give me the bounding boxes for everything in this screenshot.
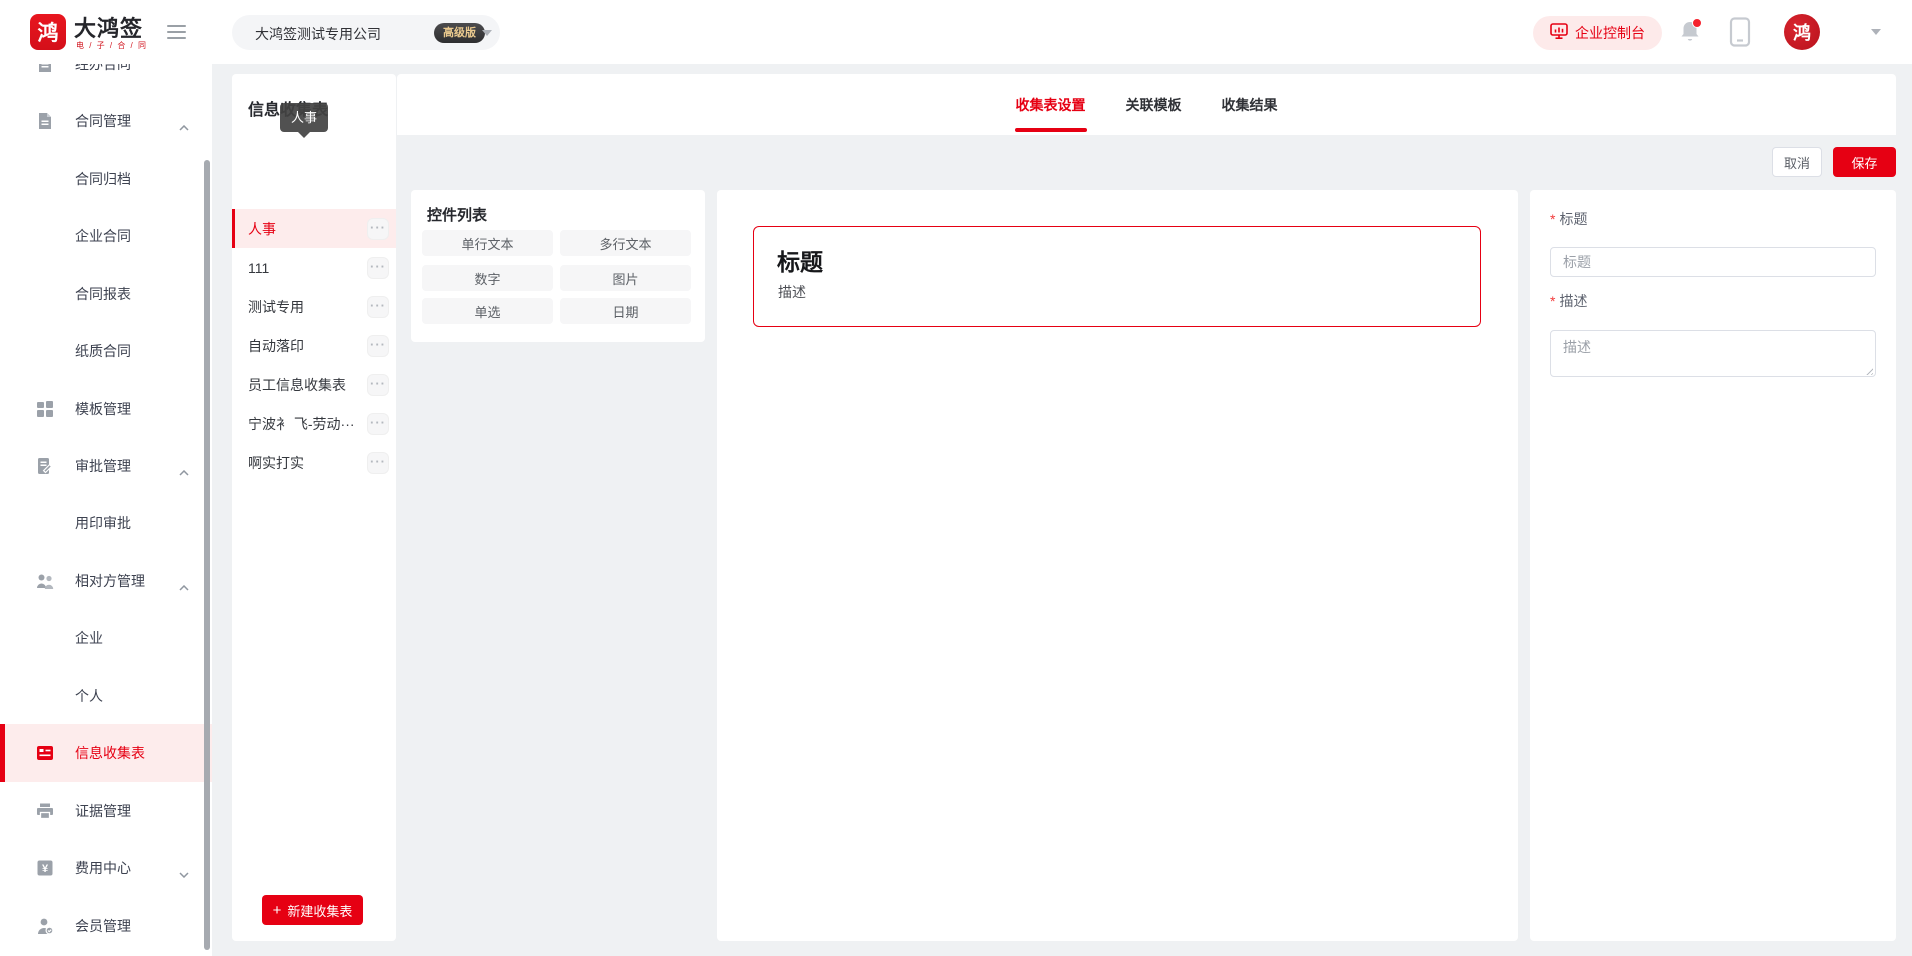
required-mark: *: [1550, 293, 1555, 309]
page: { "brand": {"logo_glyph": "鸿", "name": "…: [0, 0, 1912, 956]
title-input[interactable]: [1550, 247, 1876, 277]
brand-tagline: 电 / 子 / 合 / 同: [76, 40, 148, 51]
list-item[interactable]: 啊实打实 ···: [232, 443, 396, 482]
enterprise-console-button[interactable]: 企业控制台: [1533, 16, 1662, 50]
description-field-label: *描述: [1550, 291, 1587, 311]
document-icon: [36, 112, 54, 130]
list-item[interactable]: 宁波衤 飞-劳动··· ···: [232, 404, 396, 443]
dashboard-icon: [1550, 22, 1568, 45]
collection-list-panel: 信息收集表 人事 ··· 111 ··· 测试专用 ··· 自动落印 ··· 员…: [232, 74, 396, 941]
top-bar: 鸿 大鸿签 电 / 子 / 合 / 同 大鸿签测试专用公司 高级版 企业控制台 …: [0, 0, 1912, 64]
member-check-icon: [36, 917, 54, 935]
chevron-up-icon: [179, 578, 189, 596]
control-number[interactable]: 数字: [422, 265, 553, 291]
form-header-card-selected[interactable]: 标题 描述: [753, 226, 1481, 327]
sidebar-item-contract-report[interactable]: 合同报表: [0, 265, 212, 323]
brand-name: 大鸿签: [74, 11, 143, 43]
more-actions-icon[interactable]: ···: [367, 257, 389, 279]
printer-icon: [36, 802, 54, 820]
control-single-line-text[interactable]: 单行文本: [422, 230, 553, 256]
user-avatar[interactable]: 鸿: [1784, 14, 1820, 50]
control-date[interactable]: 日期: [560, 298, 691, 324]
brand-logo-icon: 鸿: [30, 14, 66, 50]
form-canvas-panel: 标题 描述: [717, 190, 1518, 941]
list-item[interactable]: 111 ···: [232, 248, 396, 287]
more-actions-icon[interactable]: ···: [367, 452, 389, 474]
sidebar-item-template-management[interactable]: 模板管理: [0, 380, 212, 438]
main-tabs: 收集表设置 关联模板 收集结果: [397, 74, 1896, 135]
more-actions-icon[interactable]: ···: [367, 413, 389, 435]
more-actions-icon[interactable]: ···: [367, 335, 389, 357]
form-description-preview: 描述: [778, 282, 806, 302]
approval-pen-icon: [36, 457, 54, 475]
tab-collection-results[interactable]: 收集结果: [1222, 95, 1278, 115]
new-collection-form-button[interactable]: + 新建收集表: [262, 895, 363, 925]
form-icon: [36, 744, 54, 762]
plus-icon: +: [273, 903, 282, 918]
sidebar-item-info-collection-form[interactable]: 信息收集表: [0, 724, 212, 782]
notification-bell-icon[interactable]: [1679, 20, 1701, 44]
cancel-button[interactable]: 取消: [1772, 147, 1822, 177]
plan-badge: 高级版: [434, 23, 485, 43]
sidebar-item-counterparty-management[interactable]: 相对方管理: [0, 552, 212, 610]
controls-panel: 控件列表 单行文本 多行文本 数字 图片 单选 日期: [411, 190, 705, 342]
tab-form-settings[interactable]: 收集表设置: [1016, 95, 1086, 115]
chevron-down-icon: [179, 865, 189, 883]
grid-icon: [36, 400, 54, 418]
required-mark: *: [1550, 211, 1555, 227]
control-image[interactable]: 图片: [560, 265, 691, 291]
list-item[interactable]: 员工信息收集表 ···: [232, 365, 396, 404]
sidebar-item-contract-archive[interactable]: 合同归档: [0, 150, 212, 208]
sidebar-item-contract-management[interactable]: 合同管理: [0, 92, 212, 150]
company-name: 大鸿签测试专用公司: [255, 24, 381, 44]
list-item[interactable]: 测试专用 ···: [232, 287, 396, 326]
title-field-label: *标题: [1550, 209, 1587, 229]
sidebar-item-evidence-management[interactable]: 证据管理: [0, 782, 212, 840]
tooltip: 人事: [280, 103, 328, 132]
menu-collapse-icon[interactable]: [167, 25, 186, 39]
form-title-preview: 标题: [777, 243, 823, 277]
chevron-down-icon[interactable]: [1871, 29, 1881, 35]
sidebar-item-individual[interactable]: 个人: [0, 667, 212, 725]
notification-badge: [1692, 18, 1702, 28]
controls-title: 控件列表: [427, 204, 487, 225]
save-button[interactable]: 保存: [1833, 147, 1896, 177]
tab-linked-templates[interactable]: 关联模板: [1126, 95, 1182, 115]
company-selector[interactable]: 大鸿签测试专用公司 高级版: [232, 15, 500, 50]
sidebar-item-paper-contract[interactable]: 纸质合同: [0, 322, 212, 380]
yuan-icon: ¥: [36, 859, 54, 877]
sidebar-scrollbar[interactable]: [204, 160, 210, 950]
sidebar-item-enterprise[interactable]: 企业: [0, 609, 212, 667]
chevron-down-icon: [482, 30, 492, 36]
list-item[interactable]: 自动落印 ···: [232, 326, 396, 365]
sidebar-item-enterprise-contract[interactable]: 企业合同: [0, 207, 212, 265]
sidebar-item-fee-center[interactable]: ¥ 费用中心: [0, 839, 212, 897]
more-actions-icon[interactable]: ···: [367, 374, 389, 396]
more-actions-icon[interactable]: ···: [367, 296, 389, 318]
sidebar-item-approval-management[interactable]: 审批管理: [0, 437, 212, 495]
chevron-up-icon: [179, 463, 189, 481]
people-icon: [36, 572, 54, 590]
sidebar: 经办合同 合同管理 合同归档 企业合同 合同报表 纸质合同 模板管理 审批管理: [0, 0, 212, 956]
description-textarea[interactable]: 描述: [1550, 330, 1876, 377]
sidebar-item-member-management[interactable]: 会员管理: [0, 897, 212, 955]
chevron-up-icon: [179, 118, 189, 136]
more-actions-icon[interactable]: ···: [367, 218, 389, 240]
control-multi-line-text[interactable]: 多行文本: [560, 230, 691, 256]
control-single-choice[interactable]: 单选: [422, 298, 553, 324]
property-panel: *标题 *描述 描述: [1530, 190, 1896, 941]
device-icon[interactable]: [1729, 17, 1751, 47]
svg-text:¥: ¥: [42, 863, 49, 875]
list-item[interactable]: 人事 ···: [232, 209, 396, 248]
sidebar-item-seal-approval[interactable]: 用印审批: [0, 494, 212, 552]
